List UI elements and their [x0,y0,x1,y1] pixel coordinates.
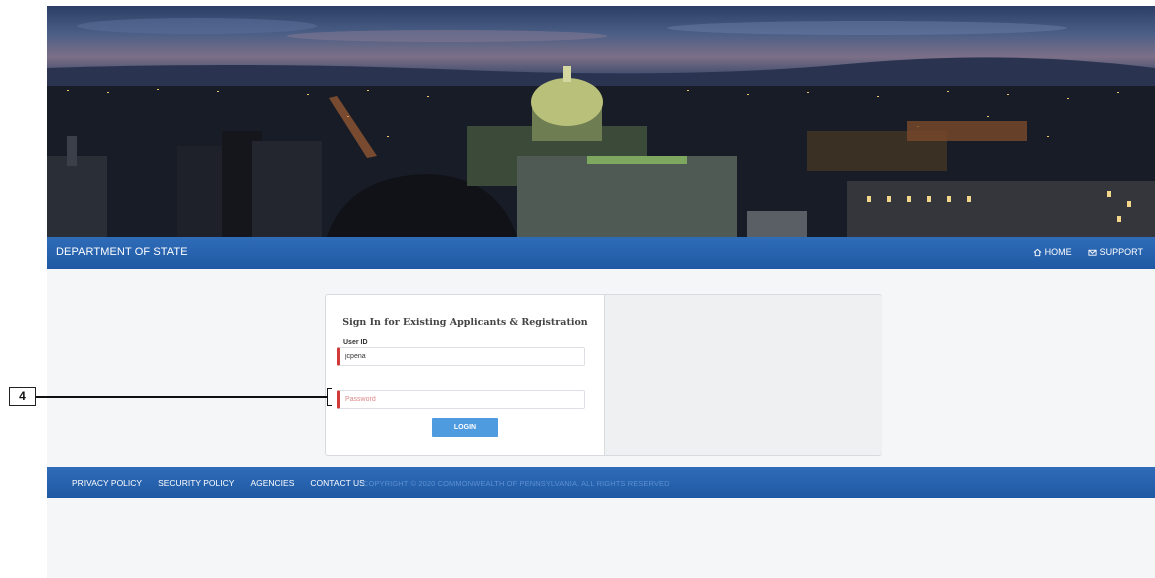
page: DEPARTMENT OF STATE HOME SUPPORT Sign In… [47,6,1155,578]
home-link[interactable]: HOME [1033,247,1072,257]
security-policy-link[interactable]: SECURITY POLICY [158,478,234,488]
agencies-link[interactable]: AGENCIES [250,478,294,488]
callout-line [36,396,327,398]
contact-us-link[interactable]: CONTACT US [310,478,364,488]
home-link-label: HOME [1044,247,1072,257]
department-title: DEPARTMENT OF STATE [56,246,188,258]
login-title: Sign In for Existing Applicants & Regist… [342,317,588,328]
password-input[interactable] [337,390,585,409]
footer-bar: PRIVACY POLICY SECURITY POLICY AGENCIES … [47,467,1155,498]
login-button[interactable]: LOGIN [432,418,498,437]
login-card: Sign In for Existing Applicants & Regist… [325,294,882,456]
hero-banner-image [47,6,1155,237]
support-link-label: SUPPORT [1099,247,1143,257]
footer-links: PRIVACY POLICY SECURITY POLICY AGENCIES … [72,478,365,488]
top-navigation-bar: DEPARTMENT OF STATE HOME SUPPORT [47,237,1155,269]
user-id-label: User ID [343,339,368,346]
callout-bracket [327,388,332,406]
privacy-policy-link[interactable]: PRIVACY POLICY [72,478,142,488]
callout-number-badge: 4 [9,387,36,406]
copyright-text: COPYRIGHT © 2020 COMMONWEALTH OF PENNSYL… [363,479,670,488]
support-link[interactable]: SUPPORT [1088,247,1143,257]
user-id-input[interactable] [337,347,585,366]
mail-icon [1088,249,1097,256]
info-panel [604,295,882,455]
home-icon [1033,248,1042,256]
top-nav-links: HOME SUPPORT [1033,247,1143,257]
